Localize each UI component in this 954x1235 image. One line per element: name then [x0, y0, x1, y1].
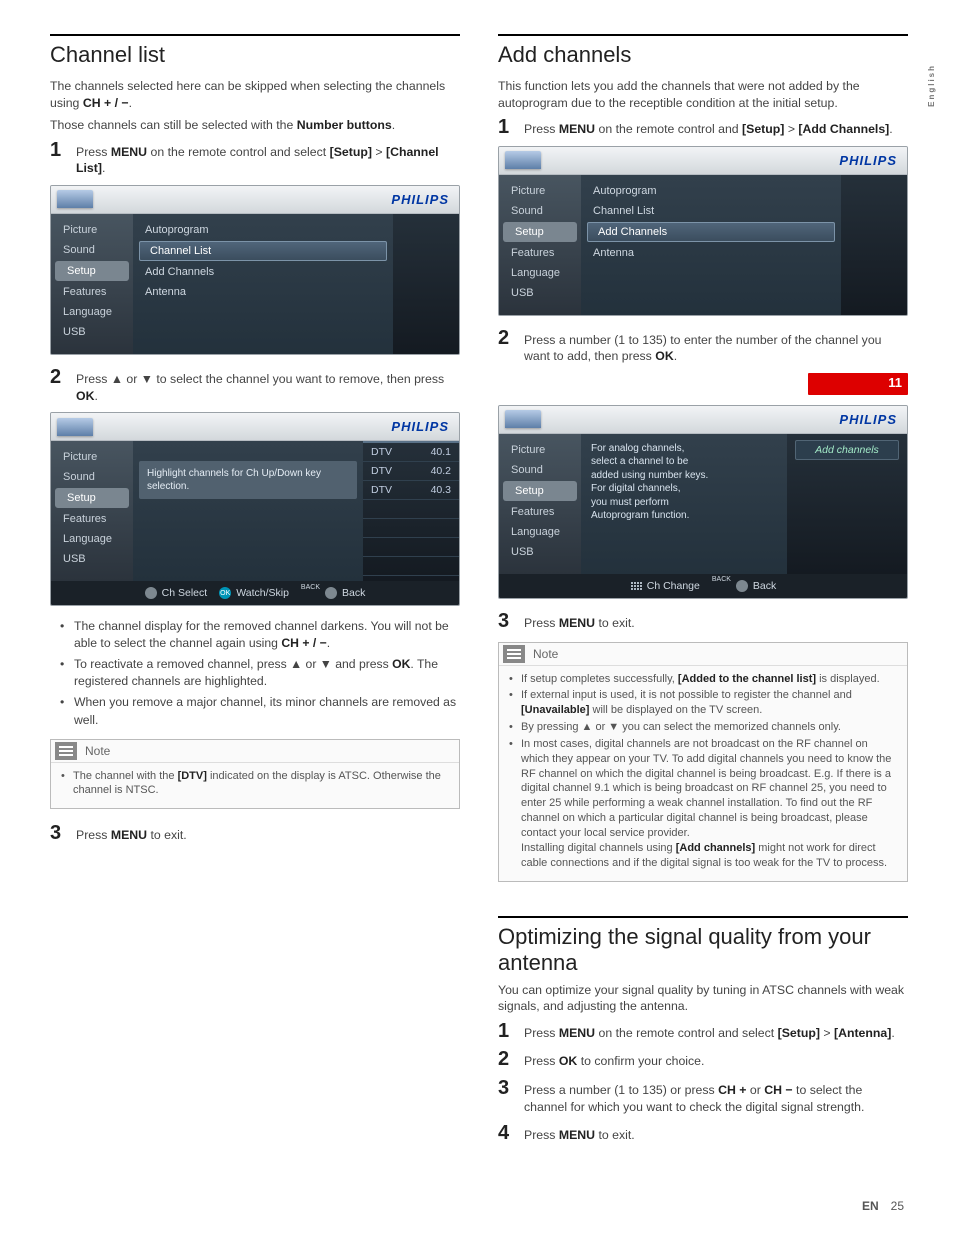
- menu-side-item: Features: [51, 282, 133, 302]
- ac-step-3: 3 Press MENU to exit.: [498, 611, 908, 632]
- menu-mid-item: Autoprogram: [133, 220, 393, 240]
- opt-step-4: 4 Press MENU to exit.: [498, 1123, 908, 1144]
- note-label: Note: [85, 744, 110, 758]
- channel-list-title: Channel list: [50, 42, 460, 68]
- note-box-add-channels: Note If setup completes successfully, [A…: [498, 642, 908, 882]
- menu-side-item: Language: [499, 522, 581, 542]
- note-item: By pressing ▲ or ▼ you can select the me…: [509, 720, 897, 735]
- menu-screenshot-add-channels-tips: PHILIPS PictureSoundSetupFeaturesLanguag…: [498, 405, 908, 599]
- menu-mid-item: Antenna: [133, 282, 393, 302]
- right-column: Add channels This function lets you add …: [498, 34, 908, 1152]
- menu-side-item: Sound: [499, 460, 581, 480]
- menu-side-item: Language: [499, 263, 581, 283]
- left-column: Channel list The channels selected here …: [50, 34, 460, 1152]
- tab-icon: [57, 190, 93, 208]
- menu-mid-item: Antenna: [581, 243, 841, 263]
- grid-icon: [630, 581, 642, 591]
- menu-side-item: Features: [51, 509, 133, 529]
- tab-icon: [57, 418, 93, 436]
- cl-step-1: 1 Press MENU on the remote control and s…: [50, 140, 460, 177]
- menu-side-item: Setup: [55, 488, 129, 508]
- dot-icon: [145, 587, 157, 599]
- channel-list-intro-2: Those channels can still be selected wit…: [50, 117, 460, 134]
- menu-side-item: Features: [499, 502, 581, 522]
- note-icon: [503, 645, 525, 663]
- note-item: In most cases, digital channels are not …: [509, 737, 897, 871]
- side-language-label: English: [927, 64, 936, 107]
- note-item: The channel with the [DTV] indicated on …: [61, 769, 449, 799]
- menu-side-item: Language: [51, 529, 133, 549]
- optimize-intro: You can optimize your signal quality by …: [498, 982, 908, 1015]
- page-footer: EN25: [862, 1199, 904, 1213]
- channel-number-display: 11: [808, 373, 908, 395]
- menu-side-item: Language: [51, 302, 133, 322]
- note-label: Note: [533, 647, 558, 661]
- menu-mid-item: Autoprogram: [581, 181, 841, 201]
- menu-screenshot-add-channels: PHILIPS PictureSoundSetupFeaturesLanguag…: [498, 146, 908, 316]
- menu-side-item: USB: [51, 549, 133, 569]
- channel-row: DTV40.3: [363, 481, 459, 500]
- menu-side-item: Sound: [51, 240, 133, 260]
- menu-mid-item: Channel List: [581, 201, 841, 221]
- footer-back: Back: [753, 580, 776, 592]
- note-item: If external input is used, it is not pos…: [509, 688, 897, 718]
- cl-step-2: 2 Press ▲ or ▼ to select the channel you…: [50, 367, 460, 404]
- tooltip-ch-select: Highlight channels for Ch Up/Down key se…: [139, 461, 357, 499]
- menu-side-item: Setup: [503, 222, 577, 242]
- back-label-small: BACK: [712, 576, 731, 583]
- ok-icon: OK: [219, 587, 231, 599]
- menu-side-item: Sound: [499, 201, 581, 221]
- add-channels-title: Add channels: [498, 42, 908, 68]
- menu-side-item: Picture: [51, 447, 133, 467]
- bullet-item: To reactivate a removed channel, press ▲…: [74, 656, 460, 690]
- philips-logo: PHILIPS: [391, 192, 449, 207]
- menu-side-item: Setup: [55, 261, 129, 281]
- opt-step-2: 2 Press OK to confirm your choice.: [498, 1049, 908, 1070]
- menu-side-item: Picture: [499, 440, 581, 460]
- tab-icon: [505, 151, 541, 169]
- tab-icon: [505, 410, 541, 428]
- menu-side-item: Picture: [51, 220, 133, 240]
- back-dot-icon: [325, 587, 337, 599]
- back-dot-icon: [736, 580, 748, 592]
- menu-screenshot-channel-list: PHILIPS PictureSoundSetupFeaturesLanguag…: [50, 185, 460, 355]
- channel-row: DTV40.1: [363, 441, 459, 462]
- opt-step-1: 1 Press MENU on the remote control and s…: [498, 1021, 908, 1042]
- tips-text: For analog channels, select a channel to…: [581, 434, 787, 574]
- ac-step-1: 1 Press MENU on the remote control and […: [498, 117, 908, 138]
- add-channels-intro: This function lets you add the channels …: [498, 78, 908, 111]
- optimize-title: Optimizing the signal quality from your …: [498, 924, 908, 976]
- add-channels-right-label: Add channels: [795, 440, 899, 460]
- philips-logo: PHILIPS: [839, 153, 897, 168]
- channel-list-intro-1: The channels selected here can be skippe…: [50, 78, 460, 111]
- channel-row: DTV40.2: [363, 462, 459, 481]
- opt-step-3: 3 Press a number (1 to 135) or press CH …: [498, 1078, 908, 1115]
- menu-side-item: Picture: [499, 181, 581, 201]
- bullet-item: When you remove a major channel, its min…: [74, 694, 460, 728]
- menu-mid-item: Channel List: [139, 241, 387, 261]
- menu-side-item: Features: [499, 243, 581, 263]
- philips-logo: PHILIPS: [391, 419, 449, 434]
- note-box-channel-list: Note The channel with the [DTV] indicate…: [50, 739, 460, 810]
- menu-side-item: Setup: [503, 481, 577, 501]
- menu-side-item: USB: [51, 322, 133, 342]
- bullet-item: The channel display for the removed chan…: [74, 618, 460, 652]
- footer-watch-skip: Watch/Skip: [236, 587, 289, 599]
- philips-logo: PHILIPS: [839, 412, 897, 427]
- footer-back: Back: [342, 587, 365, 599]
- menu-side-item: USB: [499, 283, 581, 303]
- ac-step-2: 2 Press a number (1 to 135) to enter the…: [498, 328, 908, 365]
- note-icon: [55, 742, 77, 760]
- menu-mid-item: Add Channels: [133, 262, 393, 282]
- footer-ch-change: Ch Change: [647, 580, 700, 592]
- note-item: If setup completes successfully, [Added …: [509, 672, 897, 687]
- menu-screenshot-channel-rows: PHILIPS PictureSoundSetupFeaturesLanguag…: [50, 412, 460, 606]
- footer-ch-select: Ch Select: [162, 587, 208, 599]
- back-label-small: BACK: [301, 584, 320, 591]
- menu-side-item: USB: [499, 542, 581, 562]
- menu-side-item: Sound: [51, 467, 133, 487]
- cl-step-3: 3 Press MENU to exit.: [50, 823, 460, 844]
- menu-mid-item: Add Channels: [587, 222, 835, 242]
